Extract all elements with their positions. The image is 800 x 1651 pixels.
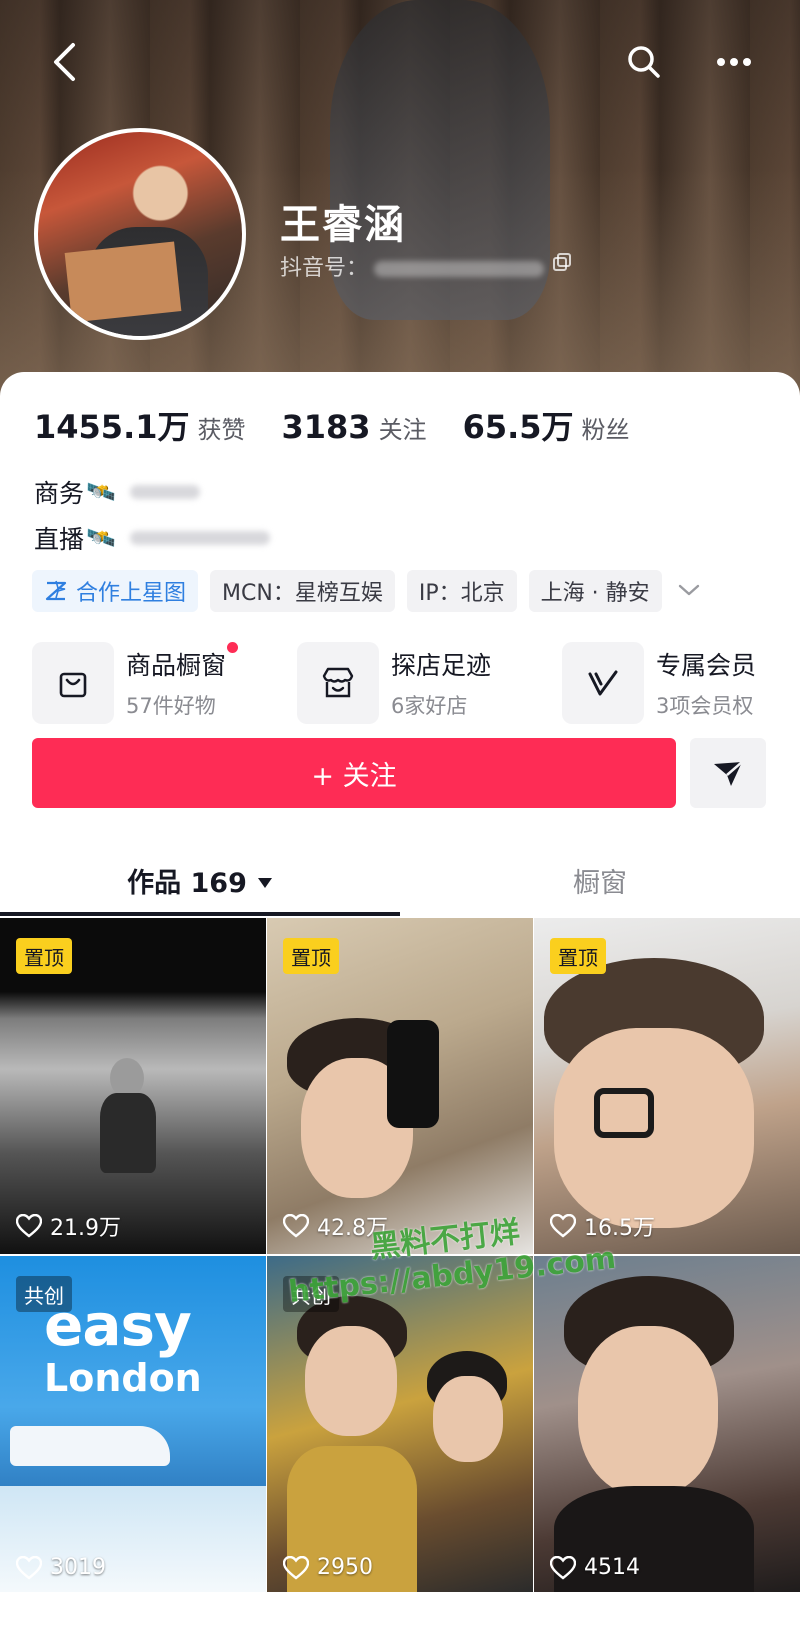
thumb-ship: [10, 1426, 170, 1466]
video-card[interactable]: 4514: [534, 1256, 800, 1592]
service-title-text: 商品橱窗: [126, 651, 227, 680]
contact-business: 商务 🛰️: [34, 474, 200, 510]
video-likes: 2950: [283, 1555, 373, 1580]
likes-count: 2950: [317, 1555, 373, 1580]
service-sub: 57件好物: [126, 694, 216, 718]
pinned-badge: 置顶: [16, 938, 72, 974]
service-title: 专属会员: [656, 651, 757, 680]
likes-count: 4514: [584, 1555, 640, 1580]
thumb-figure-body: [100, 1093, 156, 1173]
thumb-phone: [387, 1020, 439, 1128]
thumb-glasses-left: [594, 1088, 654, 1138]
service-store-visits[interactable]: 探店足迹 6家好店: [297, 642, 562, 724]
service-sub: 6家好店: [391, 694, 468, 718]
tag-xingtu[interactable]: 合作上星图: [32, 570, 199, 612]
contact-label: 直播: [34, 525, 85, 554]
caret-down-icon[interactable]: [257, 865, 273, 896]
copy-icon[interactable]: [552, 252, 572, 276]
tab-works[interactable]: 作品 169: [0, 842, 400, 918]
avatar-board: [64, 241, 182, 323]
vip-icon: [562, 642, 644, 724]
stat-value: 1455.1万: [34, 408, 190, 446]
service-title: 商品橱窗: [126, 642, 239, 682]
contact-redacted: [129, 485, 200, 499]
heart-icon: [283, 1555, 309, 1580]
video-card[interactable]: 置顶 16.5万: [534, 918, 800, 1254]
douyin-id-label: 抖音号：: [280, 256, 369, 281]
satellite-icon: 🛰️: [86, 524, 116, 552]
tag-label: MCN：星榜互娱: [222, 581, 383, 606]
douyin-id: 抖音号：: [280, 250, 545, 282]
service-entries: 商品橱窗 57件好物 探店足迹 6家好店 专属会员 3项会员权: [32, 642, 800, 724]
pinned-badge: 置顶: [283, 938, 339, 974]
thumb-face: [433, 1376, 503, 1462]
collab-badge: 共创: [16, 1276, 72, 1312]
thumb-subtitle: London: [44, 1356, 202, 1400]
douyin-id-redacted: [374, 261, 545, 277]
service-membership[interactable]: 专属会员 3项会员权: [562, 642, 800, 724]
store-icon: [297, 642, 379, 724]
stat-value: 65.5万: [462, 408, 574, 446]
stat-followers[interactable]: 65.5万 粉丝: [463, 402, 630, 448]
video-likes: 21.9万: [16, 1210, 121, 1242]
bag-icon: [32, 642, 114, 724]
star-map-icon: [45, 580, 67, 601]
content-tabs: 作品 169 橱窗: [0, 842, 800, 918]
tab-label: 橱窗: [573, 867, 627, 899]
chevron-down-icon[interactable]: [678, 582, 700, 601]
tab-showcase[interactable]: 橱窗: [400, 842, 800, 918]
video-likes: 3019: [16, 1555, 106, 1580]
thumb-figure: [110, 1058, 144, 1098]
tag-ip: IP：北京: [406, 570, 517, 612]
contact-live: 直播 🛰️: [34, 520, 270, 556]
send-icon: [714, 761, 743, 786]
contact-redacted: [129, 531, 270, 545]
thumb-face: [305, 1326, 397, 1436]
back-icon[interactable]: [42, 40, 86, 84]
stat-likes[interactable]: 1455.1万 获赞: [34, 402, 246, 448]
tab-label: 作品 169: [127, 867, 247, 899]
share-button[interactable]: [690, 738, 766, 808]
search-icon[interactable]: [622, 40, 666, 84]
heart-icon: [550, 1555, 576, 1580]
profile-tags: 合作上星图 MCN：星榜互娱 IP：北京 上海 · 静安: [32, 570, 700, 612]
satellite-icon: 🛰️: [86, 478, 116, 506]
tag-label: 上海 · 静安: [540, 581, 650, 606]
service-title: 探店足迹: [391, 651, 492, 680]
nickname: 王睿涵: [280, 202, 406, 248]
contact-label: 商务: [34, 479, 85, 508]
profile-stats: 1455.1万 获赞 3183 关注 65.5万 粉丝: [34, 402, 666, 448]
likes-count: 21.9万: [50, 1216, 121, 1241]
tab-underline: [0, 912, 400, 916]
video-card[interactable]: 置顶 21.9万: [0, 918, 266, 1254]
video-card[interactable]: 置顶 42.8万: [267, 918, 533, 1254]
stat-label: 粉丝: [581, 416, 630, 444]
thumb-face: [554, 1028, 754, 1228]
profile-card: 1455.1万 获赞 3183 关注 65.5万 粉丝 商务 🛰️ 直播 🛰️ …: [0, 372, 800, 1651]
tag-label: 合作上星图: [76, 581, 187, 606]
service-sub: 3项会员权: [656, 694, 754, 718]
stat-value: 3183: [281, 408, 371, 446]
service-showcase[interactable]: 商品橱窗 57件好物: [32, 642, 297, 724]
heart-icon: [16, 1214, 42, 1238]
stat-label: 关注: [378, 416, 427, 444]
follow-button[interactable]: + 关注: [32, 738, 676, 808]
more-icon[interactable]: [712, 40, 756, 84]
tag-label: IP：北京: [418, 581, 505, 606]
tag-mcn[interactable]: MCN：星榜互娱: [210, 570, 395, 612]
pinned-badge: 置顶: [550, 938, 606, 974]
heart-icon: [283, 1214, 309, 1238]
stat-following[interactable]: 3183 关注: [282, 408, 427, 446]
tag-location[interactable]: 上海 · 静安: [528, 570, 662, 612]
video-card[interactable]: easy London 共创 3019: [0, 1256, 266, 1592]
heart-icon: [16, 1555, 42, 1580]
video-likes: 4514: [550, 1555, 640, 1580]
likes-count: 3019: [50, 1555, 106, 1580]
stat-label: 获赞: [197, 416, 246, 444]
avatar[interactable]: [34, 128, 246, 340]
thumb-face: [578, 1326, 718, 1496]
notification-dot: [227, 642, 239, 653]
